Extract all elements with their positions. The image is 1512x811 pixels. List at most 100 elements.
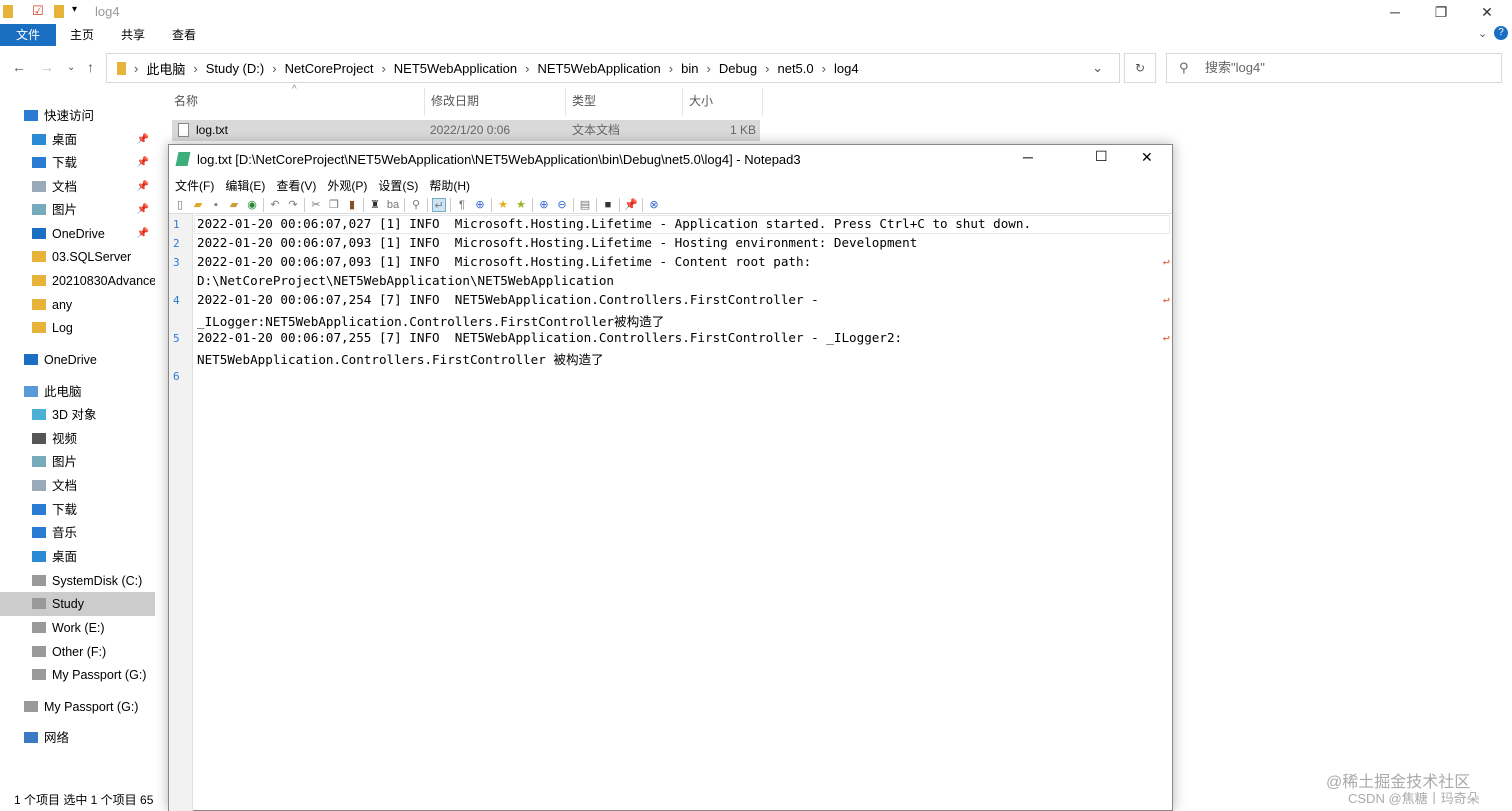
open-file-icon[interactable]: ▰ xyxy=(191,198,205,212)
nav-item[interactable]: My Passport (G:) xyxy=(0,663,155,687)
menu-help[interactable]: 帮助(H) xyxy=(429,177,470,194)
nav-item[interactable]: 快速访问 xyxy=(0,104,155,128)
nav-item[interactable]: OneDrive 📌 xyxy=(0,222,155,246)
zoom-in-icon[interactable]: ⊕ xyxy=(537,198,551,212)
breadcrumb-item[interactable]: NetCoreProject xyxy=(285,61,374,76)
tab-home[interactable]: 主页 xyxy=(56,24,108,46)
nav-item[interactable]: 03.SQLServer xyxy=(0,245,155,269)
refresh-button[interactable]: ↻ xyxy=(1124,53,1156,83)
nav-item[interactable]: 网络 xyxy=(0,726,155,750)
nav-item[interactable]: Log xyxy=(0,316,155,340)
customize-toolbar-icon[interactable]: ▾ xyxy=(72,4,77,15)
nav-item[interactable]: OneDrive xyxy=(0,348,155,372)
nav-item[interactable]: Other (F:) xyxy=(0,640,155,664)
chevron-down-icon[interactable]: ⌄ xyxy=(1092,60,1103,76)
menu-view[interactable]: 查看(V) xyxy=(276,177,316,194)
maximize-button[interactable]: ☐ xyxy=(1095,148,1108,165)
add-favorite-icon[interactable]: ★ xyxy=(514,198,528,212)
word-wrap-icon[interactable]: ↵ xyxy=(432,198,446,212)
nav-item[interactable]: Work (E:) xyxy=(0,616,155,640)
new-file-icon[interactable]: ▯ xyxy=(173,198,187,212)
minimize-button[interactable]: ─ xyxy=(1372,0,1418,24)
save-icon[interactable]: ▪ xyxy=(209,198,223,212)
text-editor[interactable]: 1 2022-01-20 00:06:07,027 [1] INFO Micros… xyxy=(169,213,1172,811)
tab-share[interactable]: 共享 xyxy=(107,24,159,46)
nav-item[interactable]: 桌面 xyxy=(0,545,155,569)
schemes-icon[interactable]: ▤ xyxy=(578,198,592,212)
properties-icon[interactable]: ☑ xyxy=(32,3,44,19)
new-folder-icon[interactable] xyxy=(54,5,64,18)
breadcrumb[interactable]: › 此电脑 › Study (D:) › NetCoreProject › NET5We… xyxy=(106,53,1120,83)
nav-item[interactable]: Study xyxy=(0,592,155,616)
up-button[interactable]: ↑ xyxy=(87,59,94,75)
nav-item[interactable]: SystemDisk (C:) xyxy=(0,569,155,593)
nav-item[interactable]: 文档 xyxy=(0,474,155,498)
file-row[interactable]: log.txt 2022/1/20 0:06 文本文档 1 KB xyxy=(172,120,760,141)
breadcrumb-item[interactable]: NET5WebApplication xyxy=(537,61,660,76)
restore-button[interactable]: ❐ xyxy=(1418,0,1464,24)
nav-item[interactable]: 图片 xyxy=(0,450,155,474)
breadcrumb-item[interactable]: log4 xyxy=(834,61,859,76)
pin-icon[interactable]: 📌 xyxy=(137,151,149,175)
tab-file[interactable]: 文件 xyxy=(0,24,56,46)
replace-icon[interactable]: ba xyxy=(386,198,400,212)
close-button[interactable]: ✕ xyxy=(1464,0,1510,24)
nav-item[interactable]: 音乐 xyxy=(0,521,155,545)
breadcrumb-item[interactable]: net5.0 xyxy=(777,61,813,76)
nav-item[interactable]: 此电脑 xyxy=(0,380,155,404)
nav-item[interactable]: 桌面 📌 xyxy=(0,128,155,152)
reload-icon[interactable]: ◉ xyxy=(245,198,259,212)
expand-ribbon-icon[interactable]: ⌄ xyxy=(1478,27,1487,40)
menu-file[interactable]: 文件(F) xyxy=(175,177,214,194)
save-as-icon[interactable]: ▰ xyxy=(227,198,241,212)
close-button[interactable]: ✕ xyxy=(1141,149,1153,166)
menu-appearance[interactable]: 外观(P) xyxy=(327,177,367,194)
redo-icon[interactable]: ↷ xyxy=(286,198,300,212)
column-size[interactable]: 大小 xyxy=(683,88,763,116)
undo-icon[interactable]: ↶ xyxy=(268,198,282,212)
column-date[interactable]: 修改日期 xyxy=(425,88,566,116)
pin-icon[interactable]: 📌 xyxy=(137,222,149,246)
nav-item[interactable]: 下载 xyxy=(0,498,155,522)
zoom-find-icon[interactable]: ⊕ xyxy=(473,198,487,212)
tab-view[interactable]: 查看 xyxy=(158,24,210,46)
zoom-out-icon[interactable]: ⊖ xyxy=(555,198,569,212)
exit-icon[interactable]: ⊗ xyxy=(647,198,661,212)
search-input[interactable]: ⚲ 搜索"log4" xyxy=(1166,53,1502,83)
file-name: log.txt xyxy=(196,123,229,137)
minimize-button[interactable]: ─ xyxy=(1023,149,1033,165)
copy-icon[interactable]: ❐ xyxy=(327,198,341,212)
recent-locations-button[interactable]: ⌄ xyxy=(67,62,75,73)
goto-icon[interactable]: ⚲ xyxy=(409,198,423,212)
breadcrumb-item[interactable]: NET5WebApplication xyxy=(394,61,517,76)
breadcrumb-item[interactable]: 此电脑 xyxy=(146,59,185,78)
favorite-icon[interactable]: ★ xyxy=(496,198,510,212)
help-icon[interactable]: ? xyxy=(1494,26,1508,40)
breadcrumb-item[interactable]: Study (D:) xyxy=(206,61,265,76)
nav-item[interactable]: 图片 📌 xyxy=(0,198,155,222)
forward-button[interactable]: → xyxy=(40,59,54,75)
nav-item[interactable]: 20210830Advanced xyxy=(0,269,155,293)
pin-icon[interactable]: 📌 xyxy=(624,198,638,212)
fullscreen-icon[interactable]: ■ xyxy=(601,198,615,212)
nav-item[interactable]: My Passport (G:) xyxy=(0,695,155,719)
nav-item[interactable]: 视频 xyxy=(0,427,155,451)
breadcrumb-item[interactable]: Debug xyxy=(719,61,757,76)
nav-item[interactable]: 下载 📌 xyxy=(0,151,155,175)
pin-icon[interactable]: 📌 xyxy=(137,198,149,222)
menu-settings[interactable]: 设置(S) xyxy=(378,177,418,194)
nav-item[interactable]: 3D 对象 xyxy=(0,403,155,427)
find-icon[interactable]: ♜ xyxy=(368,198,382,212)
back-button[interactable]: ← xyxy=(12,59,26,75)
nav-item[interactable]: any xyxy=(0,293,155,317)
column-type[interactable]: 类型 xyxy=(566,88,683,116)
view-whitespace-icon[interactable]: ¶ xyxy=(455,198,469,212)
pin-icon[interactable]: 📌 xyxy=(137,128,149,152)
column-name[interactable]: 名称 xyxy=(168,88,425,116)
paste-icon[interactable]: ▮ xyxy=(345,198,359,212)
cut-icon[interactable]: ✂ xyxy=(309,198,323,212)
menu-edit[interactable]: 编辑(E) xyxy=(225,177,265,194)
nav-item[interactable]: 文档 📌 xyxy=(0,175,155,199)
pin-icon[interactable]: 📌 xyxy=(137,175,149,199)
breadcrumb-item[interactable]: bin xyxy=(681,61,698,76)
